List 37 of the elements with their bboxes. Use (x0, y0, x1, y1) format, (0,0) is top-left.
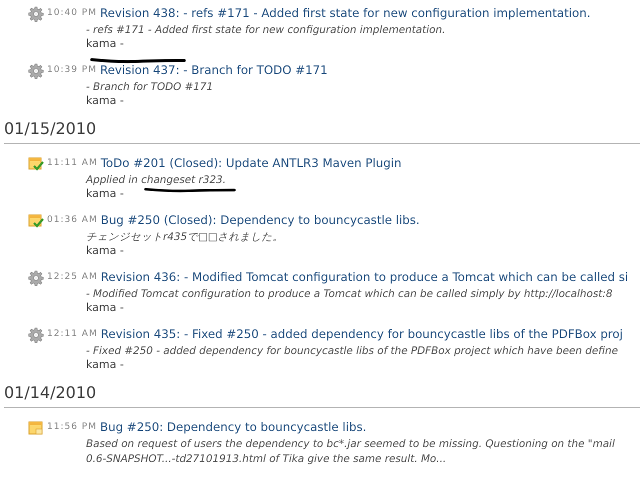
event-time: 01:36 AM (47, 214, 98, 227)
note-icon (28, 420, 44, 436)
event-description: - Modified Tomcat configuration to produce a Tomcat which can be called simply by http://localhost:8 (86, 288, 612, 301)
event-time: 11:11 AM (47, 156, 98, 170)
event-description: Based on request of users the dependency to bc*.jar seemed to be missing. Questioning on the "mail (86, 438, 615, 451)
event-author: kama - (86, 187, 124, 201)
note-check-icon (28, 212, 44, 228)
event-link[interactable]: Revision 436: - Modified Tomcat configuration to produce a Tomcat which can be called si (100, 268, 628, 286)
event-link[interactable]: Bug #250: Dependency to bouncycastle libs. (100, 418, 366, 436)
event-link[interactable]: ToDo #201 (Closed): Update ANTLR3 Maven Plugin (100, 154, 402, 172)
event-time: 11:56 PM (47, 420, 97, 434)
gear-icon (28, 326, 44, 342)
event-description: Applied in changeset r323. (86, 174, 226, 187)
date-heading: 01/14/2010 (4, 383, 640, 408)
event-author: kama - (86, 94, 124, 108)
event-time: 10:39 PM (47, 64, 97, 77)
event-description: チェンジセットr435で□□されました。 (86, 231, 283, 244)
gear-icon (28, 6, 44, 22)
event-time: 12:25 AM (47, 270, 98, 284)
event-author: kama - (86, 301, 124, 315)
event-time: 10:40 PM (47, 6, 97, 20)
note-check-icon (28, 156, 44, 172)
event-author: kama - (86, 244, 124, 258)
gear-icon (28, 62, 44, 78)
event-description: 0.6-SNAPSHOT...-td27101913.html of Tika give the same result. Mo... (86, 453, 446, 466)
event-link[interactable]: Revision 437: - Branch for TODO #171 (100, 62, 328, 80)
event-author: kama - (86, 358, 124, 372)
date-heading: 01/15/2010 (4, 119, 640, 144)
event-link[interactable]: Revision 438: - refs #171 - Added first state for new configuration implementation. (100, 4, 590, 22)
event-description: - Fixed #250 - added dependency for bouncycastle libs of the PDFBox project which have been define (86, 345, 618, 358)
gear-icon (28, 270, 44, 286)
event-link[interactable]: Revision 435: - Fixed #250 - added dependency for bouncycastle libs of the PDFBox proj (100, 326, 623, 344)
event-description: - refs #171 - Added first state for new configuration implementation. (86, 24, 446, 37)
event-link[interactable]: Bug #250 (Closed): Dependency to bouncycastle libs. (100, 212, 420, 230)
event-time: 12:11 AM (47, 328, 98, 341)
event-author: kama - (86, 37, 124, 51)
event-description: - Branch for TODO #171 (86, 81, 214, 94)
